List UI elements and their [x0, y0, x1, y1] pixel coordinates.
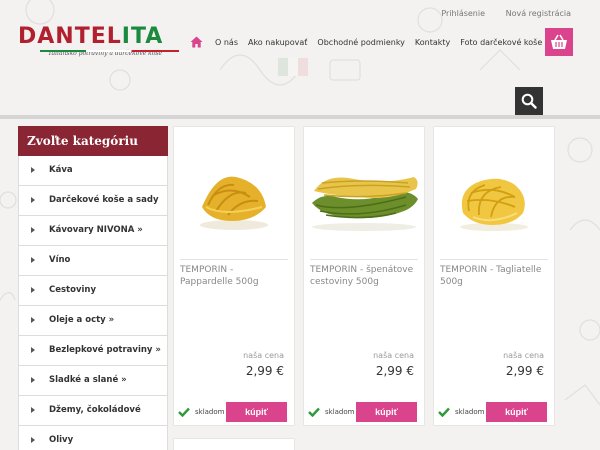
triangle-right-icon — [31, 257, 35, 263]
product-image[interactable] — [174, 147, 294, 252]
category-sidebar: Zvoľte kategóriu Káva Darčekové koše a s… — [18, 126, 168, 450]
product-card[interactable]: TEMPORIN - Pappardelle 500g naša cena 2,… — [173, 126, 295, 426]
spinach-pasta-image — [312, 176, 418, 231]
nav-about[interactable]: O nás — [215, 38, 238, 47]
nav-how-to-buy[interactable]: Ako nakupovať — [248, 38, 307, 47]
sidebar-item-olives[interactable]: Olivy — [18, 426, 168, 450]
nav-terms[interactable]: Obchodné podmienky — [317, 38, 405, 47]
login-link[interactable]: Prihlásenie — [441, 9, 485, 18]
price-label: naša cena — [243, 351, 284, 360]
checkmark-icon — [308, 407, 320, 417]
site-logo[interactable]: DANTELITA Taliansko potraviny a darčekov… — [18, 26, 183, 62]
sidebar-item-label: Cestoviny — [49, 285, 97, 295]
sidebar-item-label: Sladké a slané » — [49, 375, 127, 385]
product-image[interactable] — [434, 147, 554, 252]
cart-button[interactable] — [545, 28, 573, 56]
sidebar-title: Zvoľte kategóriu — [18, 126, 168, 156]
sidebar-item-label: Bezlepkové potraviny » — [49, 345, 161, 355]
checkmark-icon — [178, 407, 190, 417]
buy-button[interactable]: kúpiť — [226, 402, 287, 422]
sidebar-item-label: Olivy — [49, 435, 74, 445]
triangle-right-icon — [31, 287, 35, 293]
sidebar-item-oils[interactable]: Oleje a octy » — [18, 306, 168, 336]
logo-text-red: DANTEL — [18, 24, 122, 49]
stock-status: skladom — [438, 407, 484, 417]
triangle-right-icon — [31, 167, 35, 173]
product-card[interactable]: TEMPORIN - Tagliatelle 500g naša cena 2,… — [433, 126, 555, 426]
checkmark-icon — [438, 407, 450, 417]
header-divider — [0, 115, 600, 119]
account-links: Prihlásenie Nová registrácia — [423, 9, 571, 18]
main-nav: O nás Ako nakupovať Obchodné podmienky K… — [190, 36, 552, 48]
sidebar-item-gift-baskets[interactable]: Darčekové koše a sady — [18, 186, 168, 216]
logo-flag-stripe — [40, 50, 179, 52]
register-link[interactable]: Nová registrácia — [506, 9, 571, 18]
buy-button[interactable]: kúpiť — [356, 402, 417, 422]
triangle-right-icon — [31, 377, 35, 383]
sidebar-item-label: Kávovary NIVONA » — [49, 225, 143, 235]
stock-status: skladom — [308, 407, 354, 417]
home-icon[interactable] — [190, 36, 203, 48]
buy-button[interactable]: kúpiť — [486, 402, 547, 422]
sidebar-item-label: Káva — [49, 165, 73, 175]
product-name[interactable]: TEMPORIN - Pappardelle 500g — [180, 264, 288, 288]
product-card-next-row[interactable] — [173, 438, 295, 450]
triangle-right-icon — [31, 317, 35, 323]
sidebar-item-pasta[interactable]: Cestoviny — [18, 276, 168, 306]
sidebar-item-nivona[interactable]: Kávovary NIVONA » — [18, 216, 168, 246]
tagliatelle-pasta-image — [460, 178, 528, 231]
card-divider — [440, 259, 548, 260]
product-name[interactable]: TEMPORIN - špenátove cestoviny 500g — [310, 264, 418, 288]
triangle-right-icon — [31, 437, 35, 443]
sidebar-item-label: Oleje a octy » — [49, 315, 115, 325]
sidebar-item-label: Víno — [49, 255, 71, 265]
sidebar-item-sweet-salty[interactable]: Sladké a slané » — [18, 366, 168, 396]
triangle-right-icon — [31, 197, 35, 203]
cart-basket-icon — [551, 34, 567, 49]
stock-text: skladom — [325, 408, 355, 416]
stock-text: skladom — [195, 408, 225, 416]
product-price: 2,99 € — [505, 364, 544, 378]
nav-gift-photos[interactable]: Foto darčekové koše — [460, 38, 542, 47]
search-icon — [521, 93, 537, 109]
sidebar-item-gluten-free[interactable]: Bezlepkové potraviny » — [18, 336, 168, 366]
product-price: 2,99 € — [245, 364, 284, 378]
triangle-right-icon — [31, 347, 35, 353]
sidebar-item-wine[interactable]: Víno — [18, 246, 168, 276]
product-image[interactable] — [304, 147, 424, 252]
logo-text-green: ITA — [121, 24, 164, 49]
price-label: naša cena — [373, 351, 414, 360]
product-price: 2,99 € — [375, 364, 414, 378]
sidebar-item-label: Džemy, čokoládové — [49, 405, 141, 415]
nav-contacts[interactable]: Kontakty — [415, 38, 450, 47]
sidebar-item-coffee[interactable]: Káva — [18, 156, 168, 186]
stock-text: skladom — [455, 408, 485, 416]
triangle-right-icon — [31, 227, 35, 233]
product-name[interactable]: TEMPORIN - Tagliatelle 500g — [440, 264, 548, 288]
pappardelle-pasta-image — [200, 176, 268, 230]
card-divider — [180, 259, 288, 260]
stock-status: skladom — [178, 407, 224, 417]
sidebar-item-jams[interactable]: Džemy, čokoládové — [18, 396, 168, 426]
search-button[interactable] — [515, 87, 543, 115]
product-card[interactable]: TEMPORIN - špenátove cestoviny 500g naša… — [303, 126, 425, 426]
sidebar-item-label: Darčekové koše a sady — [49, 195, 159, 205]
card-divider — [310, 259, 418, 260]
price-label: naša cena — [503, 351, 544, 360]
triangle-right-icon — [31, 407, 35, 413]
